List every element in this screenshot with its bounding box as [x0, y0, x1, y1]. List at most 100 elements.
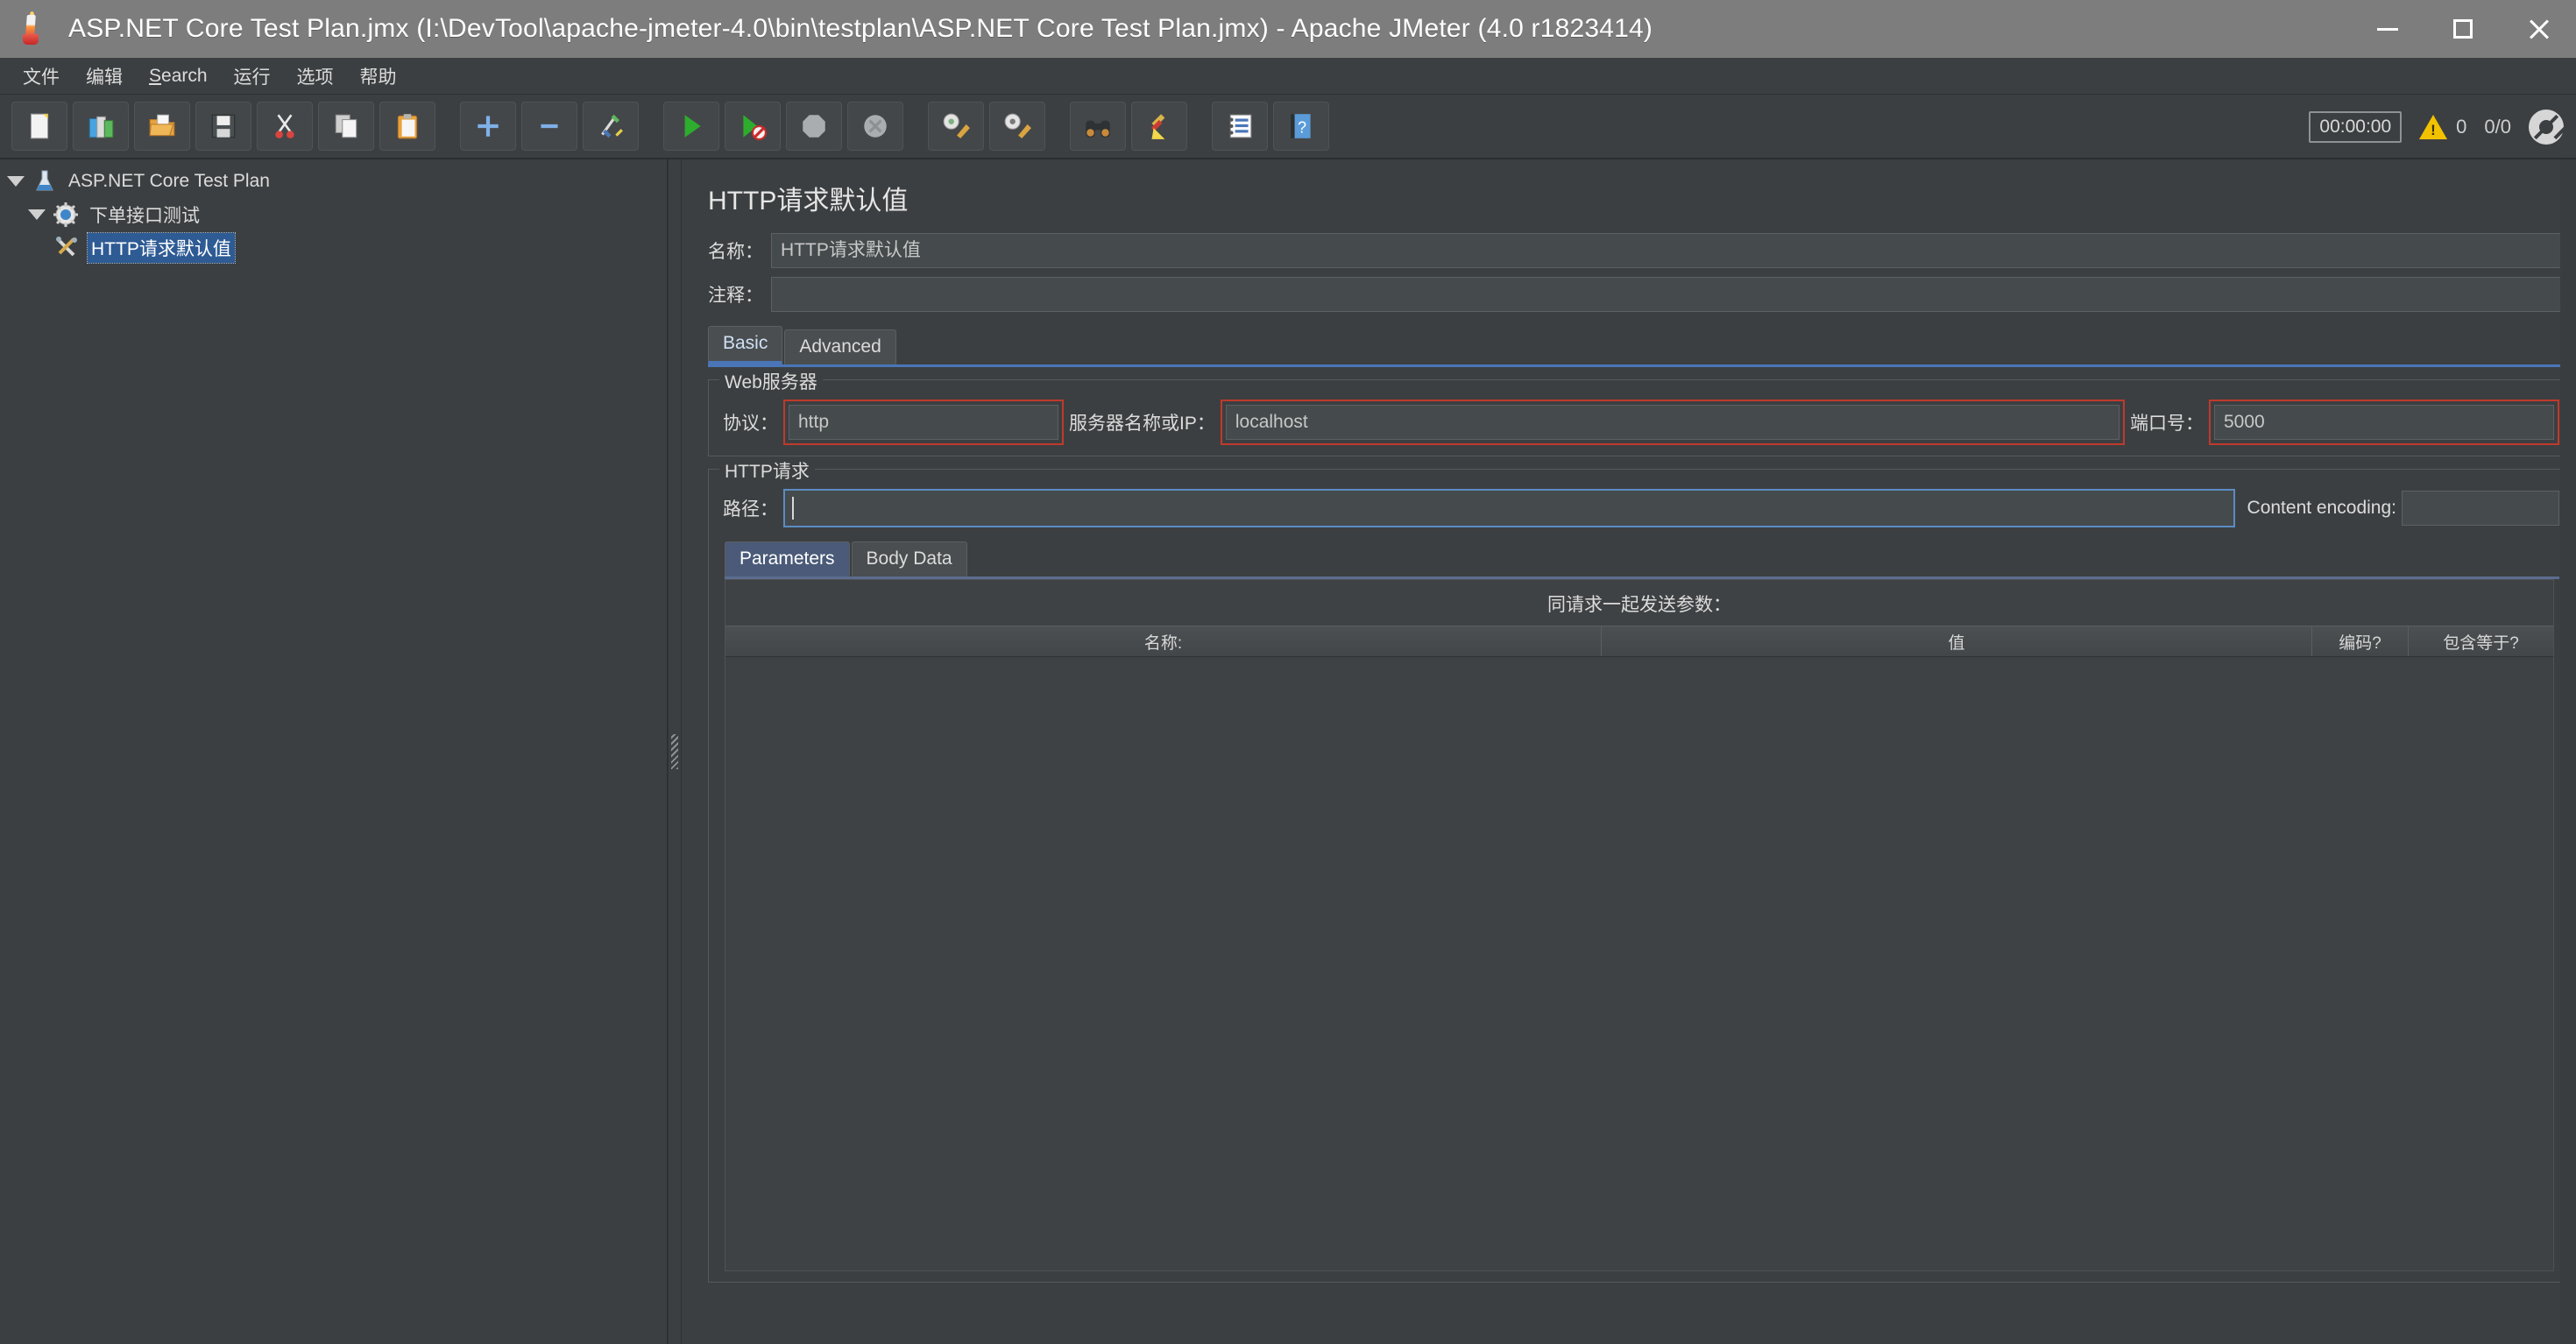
column-header-value[interactable]: 值	[1602, 626, 2312, 656]
play-no-pauses-icon	[743, 115, 767, 140]
column-header-encode[interactable]: 编码?	[2312, 626, 2409, 656]
cut-button[interactable]	[257, 102, 313, 151]
save-button[interactable]	[195, 102, 251, 151]
menu-file[interactable]: 文件	[11, 60, 72, 93]
protocol-annotation: http	[783, 400, 1064, 445]
toggle-icon	[601, 114, 623, 138]
shutdown-button[interactable]	[847, 102, 903, 151]
close-button[interactable]	[2501, 0, 2576, 58]
maximize-button[interactable]	[2425, 0, 2501, 58]
content-encoding-input[interactable]	[2402, 491, 2559, 526]
help-button[interactable]: ?	[1273, 102, 1329, 151]
clear-all-button[interactable]	[989, 102, 1045, 151]
comment-input[interactable]	[771, 277, 2571, 312]
basic-advanced-tabs: Basic Advanced	[708, 326, 2576, 364]
start-no-pauses-button[interactable]	[725, 102, 781, 151]
stop-octagon-icon	[803, 115, 825, 138]
paste-button[interactable]	[379, 102, 435, 151]
close-icon	[2527, 18, 2550, 40]
open-button[interactable]	[134, 102, 190, 151]
page-title: HTTP请求默认值	[708, 187, 909, 216]
templates-button[interactable]	[73, 102, 129, 151]
minimize-button[interactable]	[2350, 0, 2425, 58]
search-button[interactable]	[1070, 102, 1126, 151]
clear-button[interactable]	[928, 102, 984, 151]
warning-indicator[interactable]: 0	[2419, 115, 2466, 139]
window-titlebar: ASP.NET Core Test Plan.jmx (I:\DevTool\a…	[0, 0, 2576, 58]
copy-button[interactable]	[318, 102, 374, 151]
main-split-pane: ASP.NET Core Test Plan 下单接口测试 HTTP请求默认值	[0, 159, 2576, 1344]
minimize-icon	[2377, 27, 2398, 31]
tab-parameters[interactable]: Parameters	[725, 541, 850, 577]
http-request-group-title: HTTP请求	[719, 457, 815, 484]
protocol-label: 协议：	[723, 414, 778, 434]
server-input[interactable]: localhost	[1225, 405, 2120, 440]
name-field-row: 名称： HTTP请求默认值	[701, 231, 2576, 270]
http-defaults-tools-icon	[56, 237, 77, 257]
tab-advanced[interactable]: Advanced	[784, 329, 896, 364]
parameters-caption: 同请求一起发送参数：	[1547, 595, 1731, 615]
plus-icon	[478, 116, 499, 137]
toggle-button[interactable]	[583, 102, 639, 151]
editor-pane: HTTP请求默认值 名称： HTTP请求默认值 注释： Basic Advanc…	[682, 159, 2576, 1344]
clipboard-paste-icon	[397, 114, 418, 139]
column-header-name[interactable]: 名称:	[725, 626, 1602, 656]
warning-triangle-icon	[2419, 115, 2448, 139]
tree-node-label: 下单接口测试	[89, 206, 200, 226]
name-label: 名称：	[708, 242, 763, 262]
menu-help[interactable]: 帮助	[348, 60, 409, 93]
active-threads-icon	[2529, 110, 2564, 145]
chevron-down-icon[interactable]	[7, 176, 25, 187]
start-button[interactable]	[663, 102, 719, 151]
path-input[interactable]	[783, 489, 2235, 527]
tree-node-test-plan[interactable]: ASP.NET Core Test Plan	[0, 165, 667, 198]
play-green-icon	[684, 115, 701, 138]
clear-all-gear-broom-icon	[1004, 113, 1031, 138]
port-input[interactable]: 5000	[2214, 405, 2554, 440]
parameters-panel: 同请求一起发送参数： 名称: 值 编码? 包含等于?	[725, 579, 2554, 1271]
collapse-button[interactable]	[521, 102, 577, 151]
split-divider[interactable]	[668, 159, 682, 1344]
path-label: 路径：	[723, 499, 778, 520]
test-plan-tree[interactable]: ASP.NET Core Test Plan 下单接口测试 HTTP请求默认值	[0, 159, 668, 1344]
svg-text:?: ?	[1298, 118, 1306, 136]
notebook-list-icon	[1229, 114, 1252, 138]
toolbar: ? 00:00:00 0 0/0	[0, 95, 2576, 159]
copy-icon	[335, 114, 357, 138]
protocol-input[interactable]: http	[789, 405, 1058, 440]
window-controls	[2350, 0, 2576, 58]
binoculars-icon	[1086, 120, 1110, 138]
menu-search[interactable]: Search	[137, 62, 220, 90]
server-annotation: localhost	[1220, 400, 2125, 445]
save-floppy-icon	[211, 114, 236, 138]
thread-count: 0/0	[2484, 116, 2511, 138]
menu-run[interactable]: 运行	[222, 60, 283, 93]
test-plan-flask-icon	[36, 170, 53, 191]
menubar: 文件 编辑 Search 运行 选项 帮助	[0, 58, 2576, 95]
tree-node-thread-group[interactable]: 下单接口测试	[0, 198, 667, 231]
menu-edit[interactable]: 编辑	[74, 60, 135, 93]
reset-search-button[interactable]	[1131, 102, 1187, 151]
comment-label: 注释：	[708, 286, 763, 306]
menu-options[interactable]: 选项	[285, 60, 346, 93]
parameters-body-tabs: Parameters Body Data	[725, 541, 2559, 577]
function-helper-button[interactable]	[1212, 102, 1268, 151]
parameters-table-body[interactable]	[725, 657, 2553, 1270]
tab-basic[interactable]: Basic	[708, 326, 783, 364]
help-question-icon: ?	[1291, 114, 1311, 138]
new-document-icon	[30, 113, 49, 139]
server-label: 服务器名称或IP：	[1069, 414, 1215, 434]
tree-node-http-defaults[interactable]: HTTP请求默认值	[0, 231, 667, 265]
elapsed-timer: 00:00:00	[2309, 111, 2403, 143]
divider-grip-icon[interactable]	[671, 734, 678, 769]
tab-body-data[interactable]: Body Data	[851, 541, 967, 577]
new-button[interactable]	[11, 102, 67, 151]
stop-button[interactable]	[786, 102, 842, 151]
port-label: 端口号：	[2130, 414, 2204, 434]
shutdown-icon	[864, 115, 887, 138]
chevron-down-icon[interactable]	[28, 209, 46, 220]
name-input[interactable]: HTTP请求默认值	[771, 233, 2571, 268]
column-header-include-equals[interactable]: 包含等于?	[2409, 626, 2553, 656]
expand-button[interactable]	[460, 102, 516, 151]
editor-vertical-scrollbar[interactable]	[2560, 159, 2576, 1344]
